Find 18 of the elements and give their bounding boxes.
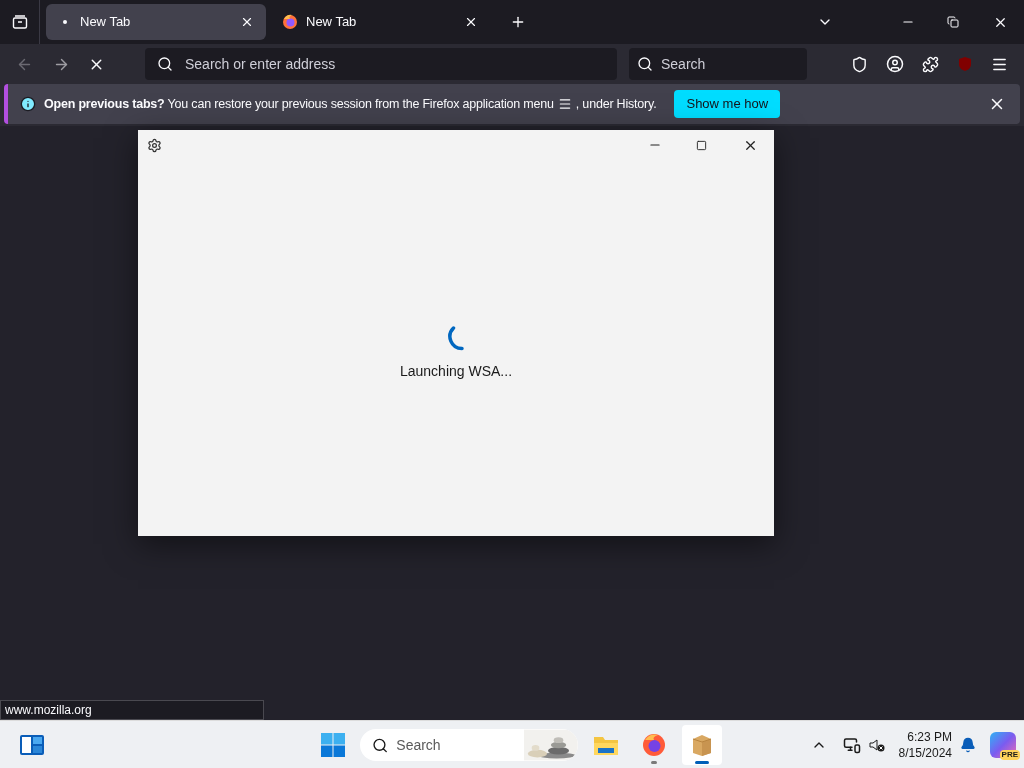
preview-badge: PRE <box>999 749 1020 760</box>
tab-title: New Tab <box>306 13 358 32</box>
notification-message: Open previous tabs? You can restore your previous session from the Firefox application menu <box>44 95 554 113</box>
taskbar-search-field[interactable]: Search <box>360 729 578 761</box>
show-me-how-button[interactable]: Show me how <box>674 90 781 118</box>
status-url: www.mozilla.org <box>0 700 264 720</box>
status-text: Launching WSA... <box>399 362 513 381</box>
clock-time: 6:23 PM <box>907 728 952 745</box>
taskbar-search-input[interactable]: Search <box>396 734 517 756</box>
address-bar[interactable]: Search or enter address <box>145 48 617 80</box>
search-bar[interactable]: Search <box>629 48 807 80</box>
address-input[interactable]: Search or enter address <box>185 53 605 75</box>
notification-message: , under History. <box>575 95 657 113</box>
search-input[interactable]: Search <box>661 53 791 75</box>
browser-tab[interactable]: New Tab <box>46 4 266 40</box>
tab-title: New Tab <box>80 13 132 32</box>
clock-date: 8/15/2024 <box>898 744 952 761</box>
browser-tab[interactable]: New Tab <box>270 4 490 40</box>
